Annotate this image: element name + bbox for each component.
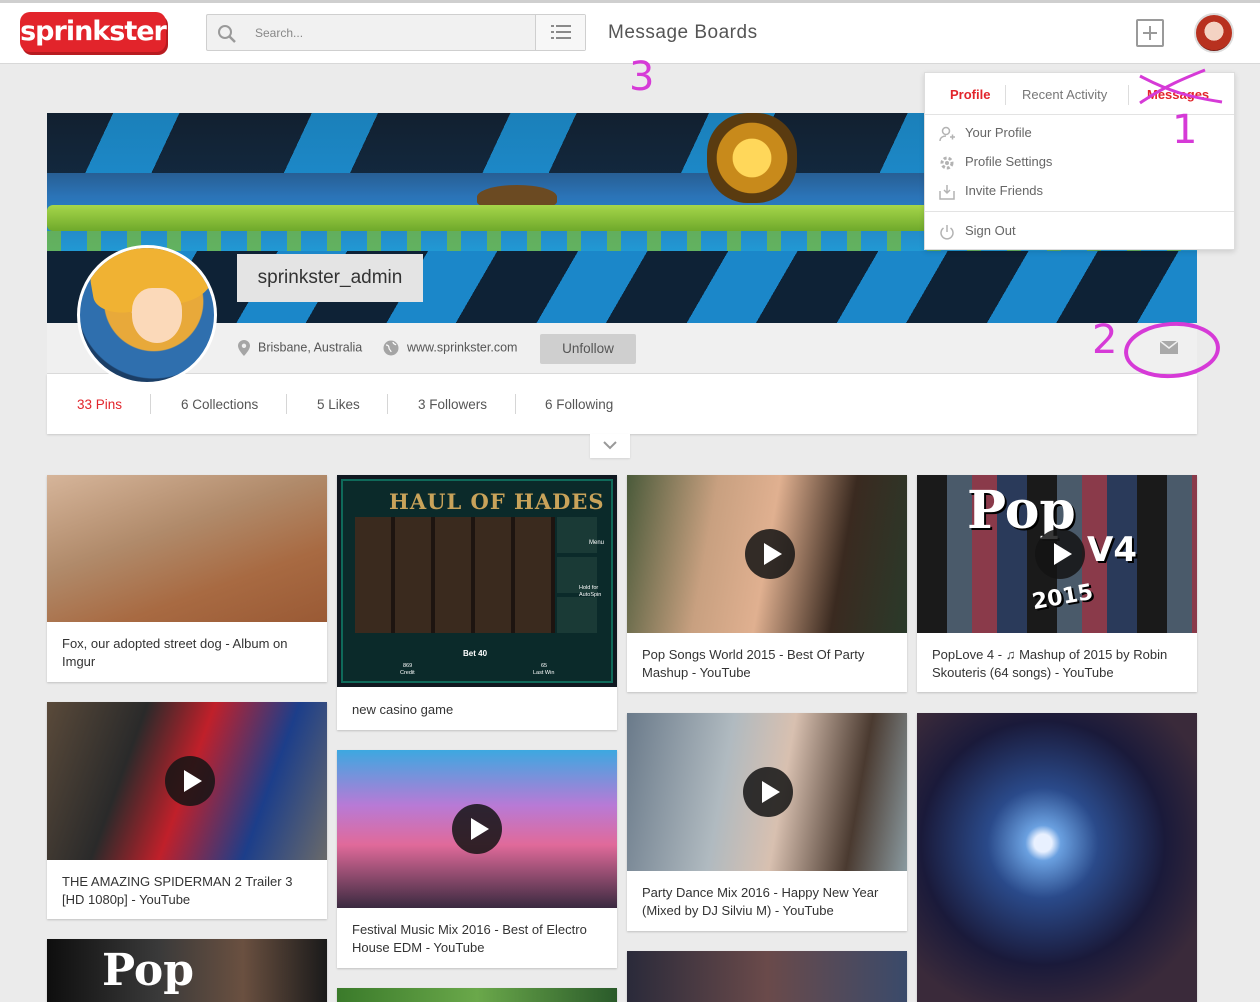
profile-dropdown-menu: Profile Recent Activity Messages Your Pr… <box>924 72 1235 250</box>
pin-caption: Pop Songs World 2015 - Best Of Party Mas… <box>642 647 865 680</box>
play-icon[interactable] <box>165 756 215 806</box>
expand-profile-button[interactable] <box>590 434 630 458</box>
game-title: HAUL OF HADES <box>389 489 605 514</box>
profile-website[interactable]: www.sprinkster.com <box>383 340 517 356</box>
pin-image[interactable] <box>337 988 617 1002</box>
gear-icon <box>940 156 954 170</box>
game-menu-label: Menu <box>589 540 605 546</box>
pin-image[interactable]: HAUL OF HADES Menu Hold for AutoSpin Bet… <box>337 475 617 687</box>
tab-messages[interactable]: Messages <box>1147 87 1209 102</box>
unfollow-button[interactable]: Unfollow <box>540 334 636 364</box>
pin-card[interactable] <box>917 713 1197 1002</box>
game-bet-label: Bet 40 <box>463 649 488 658</box>
user-avatar[interactable] <box>1194 13 1234 53</box>
game-hold-label: Hold for AutoSpin <box>579 585 602 598</box>
play-icon[interactable] <box>743 767 793 817</box>
pin-card[interactable]: Pop <box>47 939 327 1002</box>
list-icon <box>551 25 571 39</box>
pin-art-text: Pop <box>102 945 195 996</box>
pin-card[interactable]: Festival Music Mix 2016 - Best of Electr… <box>337 750 617 968</box>
sign-out-button[interactable]: Sign Out <box>939 223 1016 240</box>
pin-image[interactable] <box>47 475 327 622</box>
pin-card[interactable]: Fox, our adopted street dog - Album on I… <box>47 475 327 682</box>
game-credit-label: Credit <box>400 670 415 676</box>
location-text: Brisbane, Australia <box>258 340 363 355</box>
menu-item-invite-friends[interactable]: Invite Friends <box>939 183 1043 200</box>
menu-item-your-profile[interactable]: Your Profile <box>939 125 1032 142</box>
annotation-2: 2 <box>1092 317 1118 363</box>
stat-followers[interactable]: 3 Followers <box>418 397 487 412</box>
annotation-1: 1 <box>1172 107 1198 153</box>
play-icon[interactable] <box>452 804 502 854</box>
menu-item-label: Profile Settings <box>965 154 1053 169</box>
power-icon <box>940 224 954 240</box>
pin-card[interactable]: THE AMAZING SPIDERMAN 2 Trailer 3 [HD 10… <box>47 702 327 919</box>
pin-caption: Fox, our adopted street dog - Album on I… <box>62 636 288 669</box>
profile-location: Brisbane, Australia <box>238 340 362 356</box>
add-pin-button[interactable] <box>1136 19 1164 47</box>
menu-item-label: Your Profile <box>965 125 1032 140</box>
search-bar[interactable]: Search... <box>206 14 586 51</box>
tab-profile[interactable]: Profile <box>950 87 990 102</box>
game-credit-value: 869 <box>403 663 413 669</box>
pin-card[interactable] <box>337 988 617 1002</box>
pin-caption: Party Dance Mix 2016 - Happy New Year (M… <box>642 885 879 918</box>
user-add-icon <box>939 126 955 141</box>
pin-card[interactable]: Pop V4 2015 PopLove 4 - ♫ Mashup of 2015… <box>917 475 1197 692</box>
tab-recent-activity[interactable]: Recent Activity <box>1022 87 1107 102</box>
pin-card[interactable]: Pop Songs World 2015 - Best Of Party Mas… <box>627 475 907 692</box>
menu-item-label: Invite Friends <box>965 183 1044 198</box>
pin-caption: THE AMAZING SPIDERMAN 2 Trailer 3 [HD 10… <box>62 874 293 907</box>
pin-caption: PopLove 4 - ♫ Mashup of 2015 by Robin Sk… <box>932 647 1168 680</box>
pin-card[interactable]: Party Dance Mix 2016 - Happy New Year (M… <box>627 713 907 931</box>
stat-collections[interactable]: 6 Collections <box>181 397 258 412</box>
search-icon <box>218 25 236 43</box>
pin-card[interactable] <box>627 951 907 1002</box>
pin-card[interactable]: HAUL OF HADES Menu Hold for AutoSpin Bet… <box>337 475 617 730</box>
pin-image[interactable] <box>627 951 907 1002</box>
game-lastwin-value: 65 <box>541 663 548 669</box>
stat-likes[interactable]: 5 Likes <box>317 397 360 412</box>
location-pin-icon <box>238 340 250 356</box>
page-title: Message Boards <box>608 22 758 43</box>
search-input[interactable]: Search... <box>255 26 303 40</box>
invite-icon <box>939 184 955 200</box>
annotation-3: 3 <box>629 54 655 100</box>
chevron-down-icon <box>603 441 617 450</box>
menu-item-profile-settings[interactable]: Profile Settings <box>939 154 1052 171</box>
pin-art-year: 2015 <box>1030 579 1095 616</box>
profile-avatar <box>77 245 217 385</box>
pin-image[interactable]: Pop <box>47 939 327 1002</box>
message-envelope-icon[interactable] <box>1160 341 1178 354</box>
pin-caption: new casino game <box>352 702 454 717</box>
pin-art-version: V4 <box>1087 530 1137 570</box>
sign-out-label: Sign Out <box>965 223 1016 238</box>
profile-username: sprinkster_admin <box>237 254 423 302</box>
stat-pins[interactable]: 33 Pins <box>77 397 122 412</box>
play-icon[interactable] <box>745 529 795 579</box>
category-list-button[interactable] <box>535 15 585 50</box>
sprinkster-logo[interactable]: sprinkster <box>20 12 167 52</box>
play-icon[interactable] <box>1035 529 1085 579</box>
pin-image[interactable] <box>917 713 1197 1002</box>
stat-following[interactable]: 6 Following <box>545 397 613 412</box>
website-link[interactable]: www.sprinkster.com <box>407 340 517 354</box>
game-lastwin-label: Last Win <box>533 670 555 676</box>
pin-caption: Festival Music Mix 2016 - Best of Electr… <box>352 922 587 955</box>
globe-icon <box>383 340 399 356</box>
